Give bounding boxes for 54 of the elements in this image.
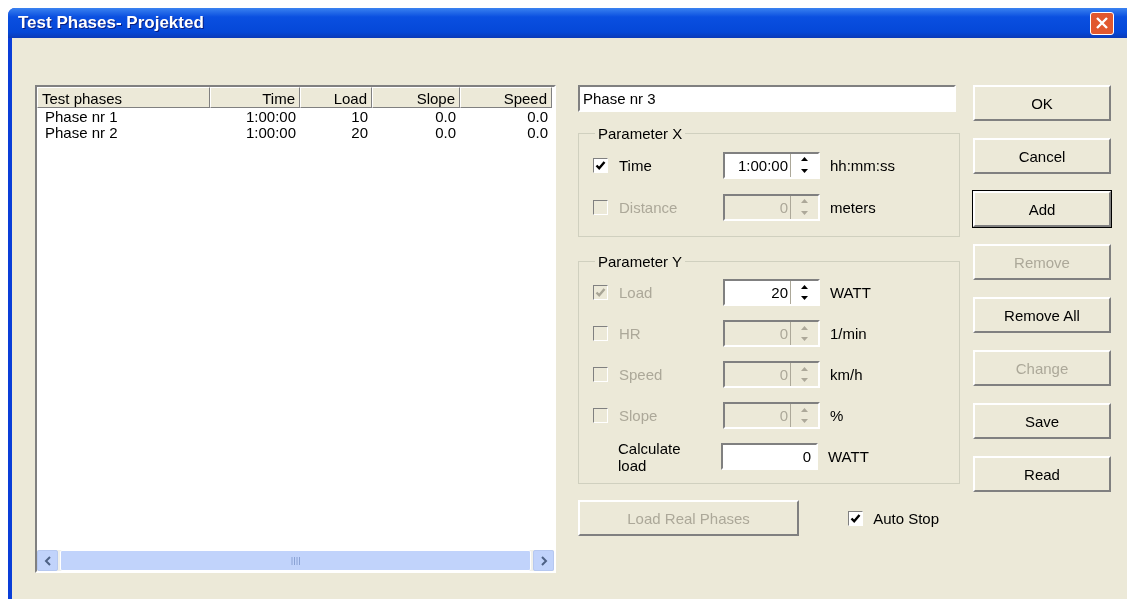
checkbox-label: HR [619, 325, 642, 342]
up-arrow-icon[interactable] [801, 157, 808, 162]
scroll-right-button[interactable] [533, 550, 554, 571]
column-header[interactable]: Test phases [37, 87, 210, 108]
unit-label: 1/min [830, 325, 867, 342]
dialog-button[interactable]: Save [973, 403, 1111, 439]
spin-field[interactable]: 1:00:00 [723, 151, 820, 179]
down-arrow-icon[interactable] [801, 168, 808, 173]
dialog-button[interactable]: OK [973, 85, 1111, 121]
column-header[interactable]: Slope [372, 87, 460, 108]
column-header[interactable]: Time [210, 87, 300, 108]
dialog-button[interactable]: Cancel [973, 138, 1111, 174]
unit-label: WATT [828, 448, 869, 465]
dialog-button[interactable]: Read [973, 456, 1111, 492]
table-cell-text: 20 [350, 125, 369, 141]
window-title: Test Phases- Projekted [18, 13, 205, 33]
unit-label: WATT [830, 284, 871, 301]
table-cell-text: Phase nr 1 [44, 109, 119, 125]
table-cell-text: 0.0 [434, 125, 457, 141]
table-cell-text: 1:00:00 [244, 109, 297, 125]
unit-label: meters [830, 198, 876, 216]
checkbox-label: Speed [619, 366, 664, 383]
dialog-button[interactable]: Add [973, 191, 1111, 227]
field-label: Calculate load [618, 439, 682, 474]
scroll-left-button[interactable] [37, 550, 58, 571]
table-cell-text: 0.0 [526, 109, 549, 125]
checkbox-label: Time [619, 156, 653, 174]
table-cell-text: 0.0 [526, 125, 549, 141]
unit-label: % [830, 407, 844, 424]
checkbox-label: Auto Stop [873, 509, 941, 527]
column-header[interactable]: Load [300, 87, 372, 108]
close-button[interactable] [1090, 11, 1114, 35]
checkbox-label: Load [619, 284, 654, 301]
group-title: Parameter Y [597, 253, 683, 270]
grip-icon [290, 556, 301, 565]
check-icon [595, 287, 606, 298]
checkbox[interactable] [593, 157, 608, 173]
checkbox-label: Distance [619, 198, 679, 216]
group-title: Parameter X [597, 125, 684, 142]
checkbox-label: Slope [619, 407, 659, 424]
table-cell-text: 0.0 [434, 109, 457, 125]
checkbox[interactable] [848, 510, 864, 526]
unit-label: hh:mm:ss [830, 156, 895, 174]
table-cell-text: 10 [350, 109, 369, 125]
unit-label: km/h [830, 366, 863, 383]
value-field[interactable]: 0 [721, 443, 818, 470]
close-icon [1095, 16, 1109, 30]
table-cell-text: Phase nr 2 [44, 125, 119, 141]
phase-name-field[interactable]: Phase nr 3 [578, 85, 956, 112]
table-cell-text: 1:00:00 [244, 125, 297, 141]
check-icon [595, 159, 606, 171]
dialog-button[interactable]: Remove All [973, 297, 1111, 333]
column-header[interactable]: Speed [460, 87, 552, 108]
check-icon [850, 512, 862, 524]
